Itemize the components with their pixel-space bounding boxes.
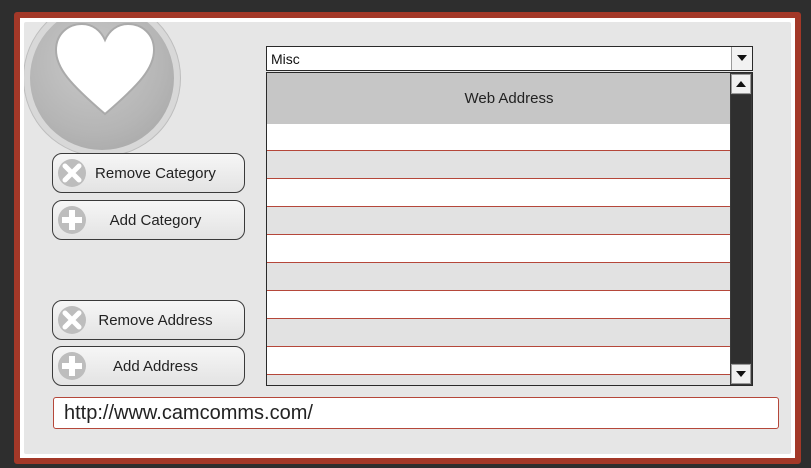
remove-category-button[interactable]: Remove Category (52, 153, 245, 193)
table-row[interactable] (267, 263, 751, 291)
plus-icon (58, 352, 86, 380)
add-address-button[interactable]: Add Address (52, 346, 245, 386)
add-category-label: Add Category (109, 211, 202, 229)
add-category-button[interactable]: Add Category (52, 200, 245, 240)
table-row[interactable] (267, 235, 751, 263)
heart-icon (54, 22, 156, 116)
scrollbar-thumb[interactable] (731, 95, 751, 363)
logo-badge (24, 22, 180, 156)
web-address-table: Web Address (266, 72, 753, 386)
vertical-scrollbar[interactable] (730, 73, 752, 385)
category-dropdown-button[interactable] (731, 47, 752, 70)
arrow-down-icon (736, 371, 746, 377)
scroll-down-button[interactable] (731, 364, 751, 384)
table-row[interactable] (267, 375, 751, 385)
favourites-panel: Remove Category Add Category Remove Addr… (24, 22, 791, 454)
arrow-up-icon (736, 81, 746, 87)
remove-address-label: Remove Address (98, 311, 213, 329)
category-select[interactable]: Misc (266, 46, 753, 71)
table-row[interactable] (267, 179, 751, 207)
remove-category-label: Remove Category (95, 164, 216, 182)
remove-address-button[interactable]: Remove Address (52, 300, 245, 340)
remove-icon (58, 306, 86, 334)
column-header-web-address[interactable]: Web Address (267, 73, 751, 124)
plus-icon (58, 206, 86, 234)
category-select-value: Misc (271, 51, 300, 67)
table-row[interactable] (267, 124, 751, 151)
table-rows (267, 124, 751, 385)
scroll-up-button[interactable] (731, 74, 751, 94)
table-row[interactable] (267, 207, 751, 235)
table-row[interactable] (267, 151, 751, 179)
table-row[interactable] (267, 319, 751, 347)
chevron-down-icon (737, 55, 747, 61)
table-row[interactable] (267, 347, 751, 375)
url-field[interactable] (53, 397, 779, 429)
add-address-label: Add Address (112, 357, 199, 375)
table-row[interactable] (267, 291, 751, 319)
